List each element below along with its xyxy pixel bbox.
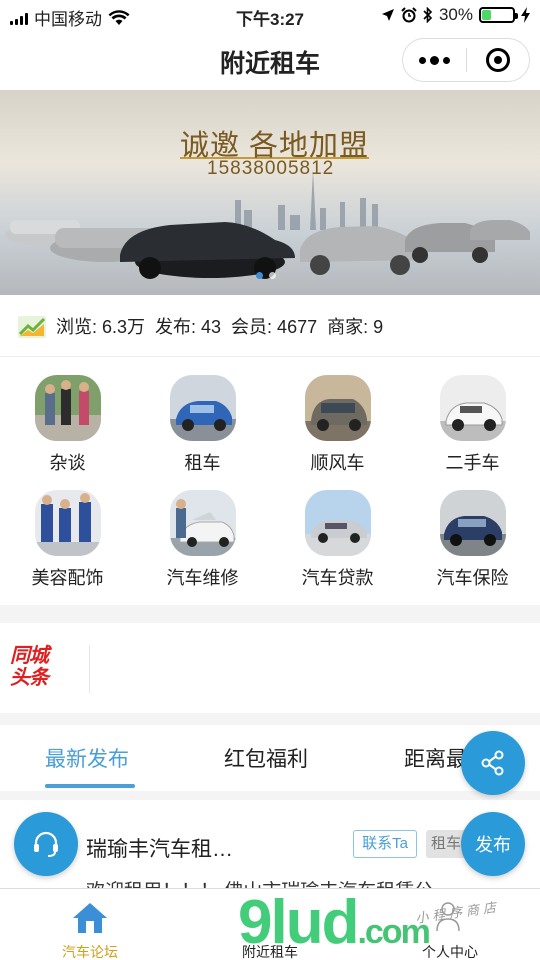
category-label: 杂谈 bbox=[49, 453, 86, 473]
category-insurance[interactable]: 汽车保险 bbox=[405, 490, 540, 602]
category-label: 美容配饰 bbox=[31, 568, 104, 588]
category-rental[interactable]: 租车 bbox=[135, 375, 270, 487]
category-beauty-accessories[interactable]: 美容配饰 bbox=[0, 490, 135, 602]
headline-logo-line2: 头条 bbox=[10, 667, 49, 689]
category-label: 顺风车 bbox=[310, 453, 365, 473]
category-label: 二手车 bbox=[445, 453, 500, 473]
tab-distance[interactable]: 距离最 bbox=[404, 743, 467, 773]
rental-photo bbox=[169, 375, 236, 441]
insurance-photo bbox=[439, 490, 506, 556]
category-carpool[interactable]: 顺风车 bbox=[270, 375, 405, 487]
category-used-car[interactable]: 二手车 bbox=[405, 375, 540, 487]
home-icon bbox=[73, 903, 107, 933]
category-label: 汽车维修 bbox=[166, 568, 239, 588]
carousel-indicator bbox=[256, 272, 276, 279]
category-chat[interactable]: 杂谈 bbox=[0, 375, 135, 487]
target-icon bbox=[485, 48, 510, 72]
content-tabs: 最新发布 红包福利 距离最 bbox=[0, 725, 540, 791]
category-label: 汽车保险 bbox=[436, 568, 509, 588]
category-repair[interactable]: 汽车维修 bbox=[135, 490, 270, 602]
charging-icon bbox=[521, 7, 530, 23]
category-label: 租车 bbox=[184, 453, 221, 473]
promo-banner[interactable]: 诚邀 各地加盟 15838005812 bbox=[0, 90, 540, 295]
trend-chart-icon bbox=[18, 315, 46, 338]
navigation-bar: 附近租车 bbox=[0, 30, 540, 90]
headset-icon bbox=[34, 831, 58, 857]
category-loan[interactable]: 汽车贷款 bbox=[270, 490, 405, 602]
stats-bar: 浏览: 6.3万 发布: 43 会员: 4677 商家: 9 bbox=[0, 295, 540, 357]
active-tab-indicator bbox=[45, 784, 135, 788]
bluetooth-icon bbox=[423, 7, 433, 23]
alarm-icon bbox=[401, 7, 417, 23]
headline-strip[interactable]: 同城 头条 bbox=[0, 623, 540, 713]
repair-photo bbox=[169, 490, 236, 556]
banner-cityscape-image bbox=[5, 170, 530, 279]
publish-button[interactable]: 发布 bbox=[461, 812, 525, 876]
chat-photo bbox=[34, 375, 101, 441]
used-car-photo bbox=[439, 375, 506, 441]
battery-icon bbox=[479, 7, 518, 23]
carousel-dot[interactable] bbox=[256, 272, 263, 279]
more-menu-button[interactable] bbox=[403, 39, 466, 81]
post-title: 瑞瑜丰汽车租… bbox=[86, 838, 233, 861]
location-arrow-icon bbox=[381, 9, 394, 21]
share-button[interactable] bbox=[461, 731, 525, 795]
beauty-photo bbox=[34, 490, 101, 556]
watermark-text: 9lud bbox=[238, 888, 359, 957]
headline-logo: 同城 头条 bbox=[10, 645, 90, 693]
loan-photo bbox=[304, 490, 371, 556]
banner-phone: 15838005812 bbox=[207, 158, 335, 179]
tabbar-label: 汽车论坛 bbox=[62, 944, 118, 960]
headline-logo-line1: 同城 bbox=[10, 645, 49, 667]
battery-percent: 30% bbox=[438, 5, 473, 24]
status-bar: 中国移动 下午3:27 30% bbox=[0, 0, 540, 30]
contact-button[interactable]: 联系Ta bbox=[353, 830, 417, 858]
share-icon bbox=[481, 750, 504, 776]
tabbar-item-forum[interactable]: 汽车论坛 bbox=[0, 889, 180, 960]
category-label: 汽车贷款 bbox=[301, 568, 374, 588]
carpool-photo bbox=[304, 375, 371, 441]
customer-service-button[interactable] bbox=[14, 812, 78, 876]
carousel-dot[interactable] bbox=[269, 272, 276, 279]
category-grid: 杂谈 租车 顺风车 二手车 美容配饰 汽车维修 汽车贷款 汽车保险 bbox=[0, 357, 540, 605]
tab-latest[interactable]: 最新发布 bbox=[45, 743, 129, 773]
close-miniprogram-button[interactable] bbox=[467, 39, 530, 81]
miniprogram-capsule bbox=[402, 38, 530, 82]
status-right: 30% bbox=[381, 5, 530, 25]
stats-text: 浏览: 6.3万 发布: 43 会员: 4677 商家: 9 bbox=[56, 316, 384, 337]
site-watermark: 9lud.com bbox=[238, 892, 431, 960]
post-card[interactable]: 瑞瑜丰汽车租… 联系Ta 租车 欢迎租用！！！ 佛山市瑞瑜丰汽车租赁公 bbox=[0, 800, 540, 902]
tab-red-packet[interactable]: 红包福利 bbox=[224, 743, 308, 773]
